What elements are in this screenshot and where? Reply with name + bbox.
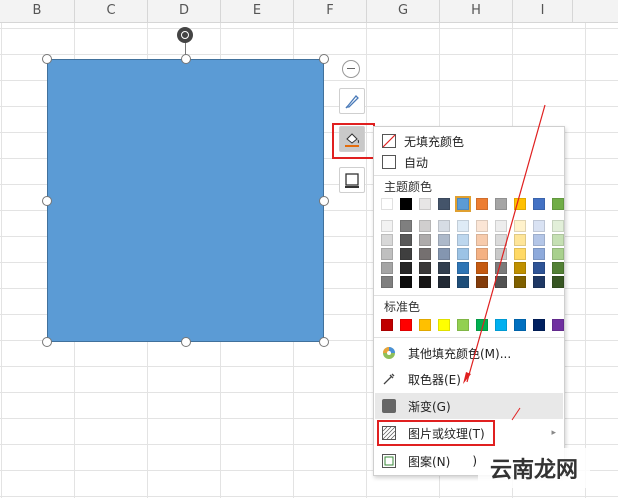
watermark-logo: 云南龙网: [478, 448, 590, 488]
annotation-arrow-icon: [463, 104, 546, 421]
